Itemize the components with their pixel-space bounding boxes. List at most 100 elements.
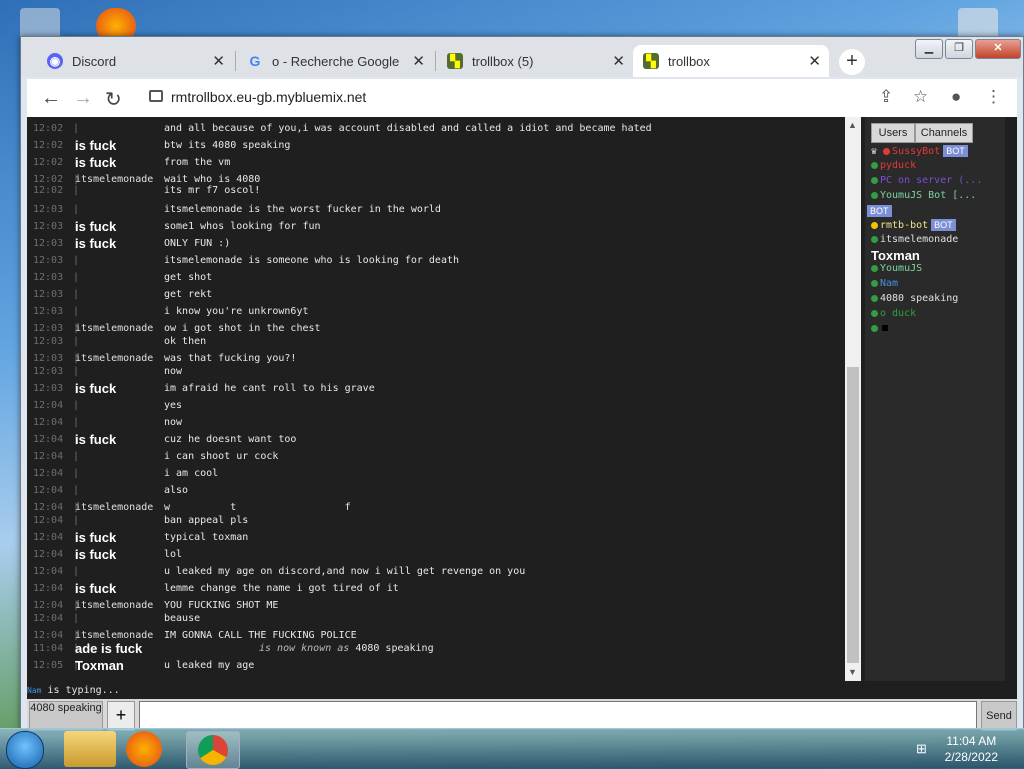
user-list-item[interactable]: YoumuJS: [871, 263, 922, 274]
scrollbar-thumb[interactable]: [847, 367, 859, 663]
message-author[interactable]: is fuck: [75, 432, 116, 447]
message-divider: |: [73, 417, 80, 428]
tab-discord[interactable]: ◉ Discord ✕: [37, 45, 233, 77]
message-time: 12:04: [33, 613, 64, 624]
message-author[interactable]: is fuck: [75, 236, 116, 251]
tab-channels[interactable]: Channels: [915, 123, 973, 143]
chat-message: 12:04 | is fuck lemme change the name i got…: [27, 581, 845, 597]
message-author[interactable]: is fuck: [75, 155, 116, 170]
message-author[interactable]: is fuck: [75, 219, 116, 234]
message-text: its mr f7 oscol!: [164, 185, 261, 196]
message-divider: |: [73, 366, 80, 377]
message-text: w t f: [164, 502, 351, 513]
user-list-item[interactable]: ♛ SussyBot BOT: [871, 145, 968, 157]
message-author[interactable]: is fuck: [75, 530, 116, 545]
message-divider: |: [73, 204, 80, 215]
message-author[interactable]: itsmelemonade: [75, 600, 153, 611]
user-list-item[interactable]: rmtb-bot BOT: [871, 219, 956, 231]
message-author[interactable]: itsmelemonade: [75, 353, 153, 364]
message-time: 12:03: [33, 255, 64, 266]
tab-users[interactable]: Users: [871, 123, 915, 143]
user-list-item[interactable]: YoumuJS Bot [...: [871, 190, 976, 201]
tab-label: Discord: [72, 53, 117, 69]
chat-message: 12:04 | is fuck lol: [27, 547, 845, 563]
trollbox-icon: ▚: [447, 53, 463, 69]
star-icon[interactable]: ☆: [913, 87, 928, 107]
chrome-taskbar-button[interactable]: [186, 731, 240, 769]
user-list-item[interactable]: 4080 speaking: [871, 293, 958, 304]
user-list-item[interactable]: pyduck: [871, 160, 916, 171]
close-icon[interactable]: ✕: [212, 52, 225, 70]
back-icon[interactable]: ←: [41, 87, 61, 110]
chat-message: 12:03 | now: [27, 366, 845, 380]
close-icon[interactable]: ✕: [612, 52, 625, 70]
close-icon[interactable]: ✕: [412, 52, 425, 70]
explorer-icon[interactable]: [64, 731, 116, 767]
user-list-item[interactable]: [871, 323, 888, 334]
user-list-item[interactable]: itsmelemonade: [871, 234, 958, 245]
user-name: SussyBot: [892, 146, 941, 157]
nickname-button[interactable]: 4080 speaking: [29, 701, 103, 731]
message-author[interactable]: ade is fuck: [75, 641, 142, 656]
bot-badge: BOT: [931, 219, 956, 231]
share-icon[interactable]: ⇪: [879, 87, 893, 107]
address-bar[interactable]: rmtrollbox.eu-gb.mybluemix.net: [147, 83, 892, 113]
message-input[interactable]: [139, 701, 977, 729]
user-name: PC on server (...: [880, 175, 983, 186]
chat-message: 12:03 | is fuck im afraid he cant roll to h…: [27, 381, 845, 397]
add-button[interactable]: +: [107, 701, 135, 731]
status-dot-icon: [871, 279, 878, 287]
chat-message: 12:04 | u leaked my age on discord,and now…: [27, 566, 845, 580]
message-time: 12:02: [33, 157, 64, 168]
minimize-button[interactable]: ▁: [915, 39, 943, 59]
user-name: YoumuJS Bot [...: [880, 190, 977, 201]
profile-icon[interactable]: ●: [951, 87, 961, 107]
message-author[interactable]: itsmelemonade: [75, 502, 153, 513]
user-list-item[interactable]: Toxman: [871, 248, 920, 263]
chat-scrollbar[interactable]: ▲ ▼: [845, 117, 861, 681]
tab-trollbox[interactable]: ▚ trollbox ✕: [633, 45, 829, 77]
user-list-item[interactable]: Nam: [871, 278, 898, 289]
bot-badge: BOT: [867, 205, 892, 217]
chat-message: 12:04 | beause: [27, 613, 845, 627]
message-author[interactable]: is fuck: [75, 138, 116, 153]
message-author[interactable]: Toxman: [75, 658, 124, 673]
menu-icon[interactable]: ⋮: [985, 87, 1002, 107]
user-name: pyduck: [880, 160, 917, 171]
clock-date: 2/28/2022: [944, 750, 998, 764]
user-list-item[interactable]: o duck: [871, 308, 916, 319]
message-author[interactable]: itsmelemonade: [75, 323, 153, 334]
message-divider: |: [73, 485, 80, 496]
network-icon[interactable]: ⊞: [916, 741, 927, 757]
maximize-button[interactable]: ❐: [945, 39, 973, 59]
new-tab-button[interactable]: +: [839, 49, 865, 75]
user-list-item[interactable]: PC on server (...: [871, 175, 982, 186]
firefox-icon[interactable]: [126, 731, 162, 767]
tab-google[interactable]: G o - Recherche Google ✕: [237, 45, 433, 77]
status-dot-icon: [871, 221, 878, 229]
send-button[interactable]: Send: [981, 701, 1017, 731]
status-dot-icon: [871, 176, 878, 184]
message-time: 12:02: [33, 140, 64, 151]
message-divider: |: [73, 566, 80, 577]
clock-time: 11:04 AM: [946, 734, 997, 748]
message-time: 12:04: [33, 583, 64, 594]
close-icon[interactable]: ✕: [808, 52, 821, 70]
message-time: 12:03: [33, 336, 64, 347]
forward-icon[interactable]: →: [73, 87, 93, 110]
message-text: ow i got shot in the chest: [164, 323, 321, 334]
message-author[interactable]: is fuck: [75, 581, 116, 596]
typing-user: Nam: [27, 686, 42, 695]
clock[interactable]: 11:04 AM 2/28/2022: [945, 733, 998, 765]
close-window-button[interactable]: ✕: [975, 39, 1021, 59]
message-time: 12:04: [33, 434, 64, 445]
message-author[interactable]: is fuck: [75, 547, 116, 562]
user-name: Nam: [880, 278, 899, 289]
reload-icon[interactable]: ↻: [105, 87, 122, 112]
start-button[interactable]: [6, 731, 44, 769]
message-author[interactable]: itsmelemonade: [75, 630, 153, 641]
message-author[interactable]: itsmelemonade: [75, 174, 153, 185]
message-time: 12:04: [33, 566, 64, 577]
tab-trollbox-5[interactable]: ▚ trollbox (5) ✕: [437, 45, 633, 77]
message-author[interactable]: is fuck: [75, 381, 116, 396]
